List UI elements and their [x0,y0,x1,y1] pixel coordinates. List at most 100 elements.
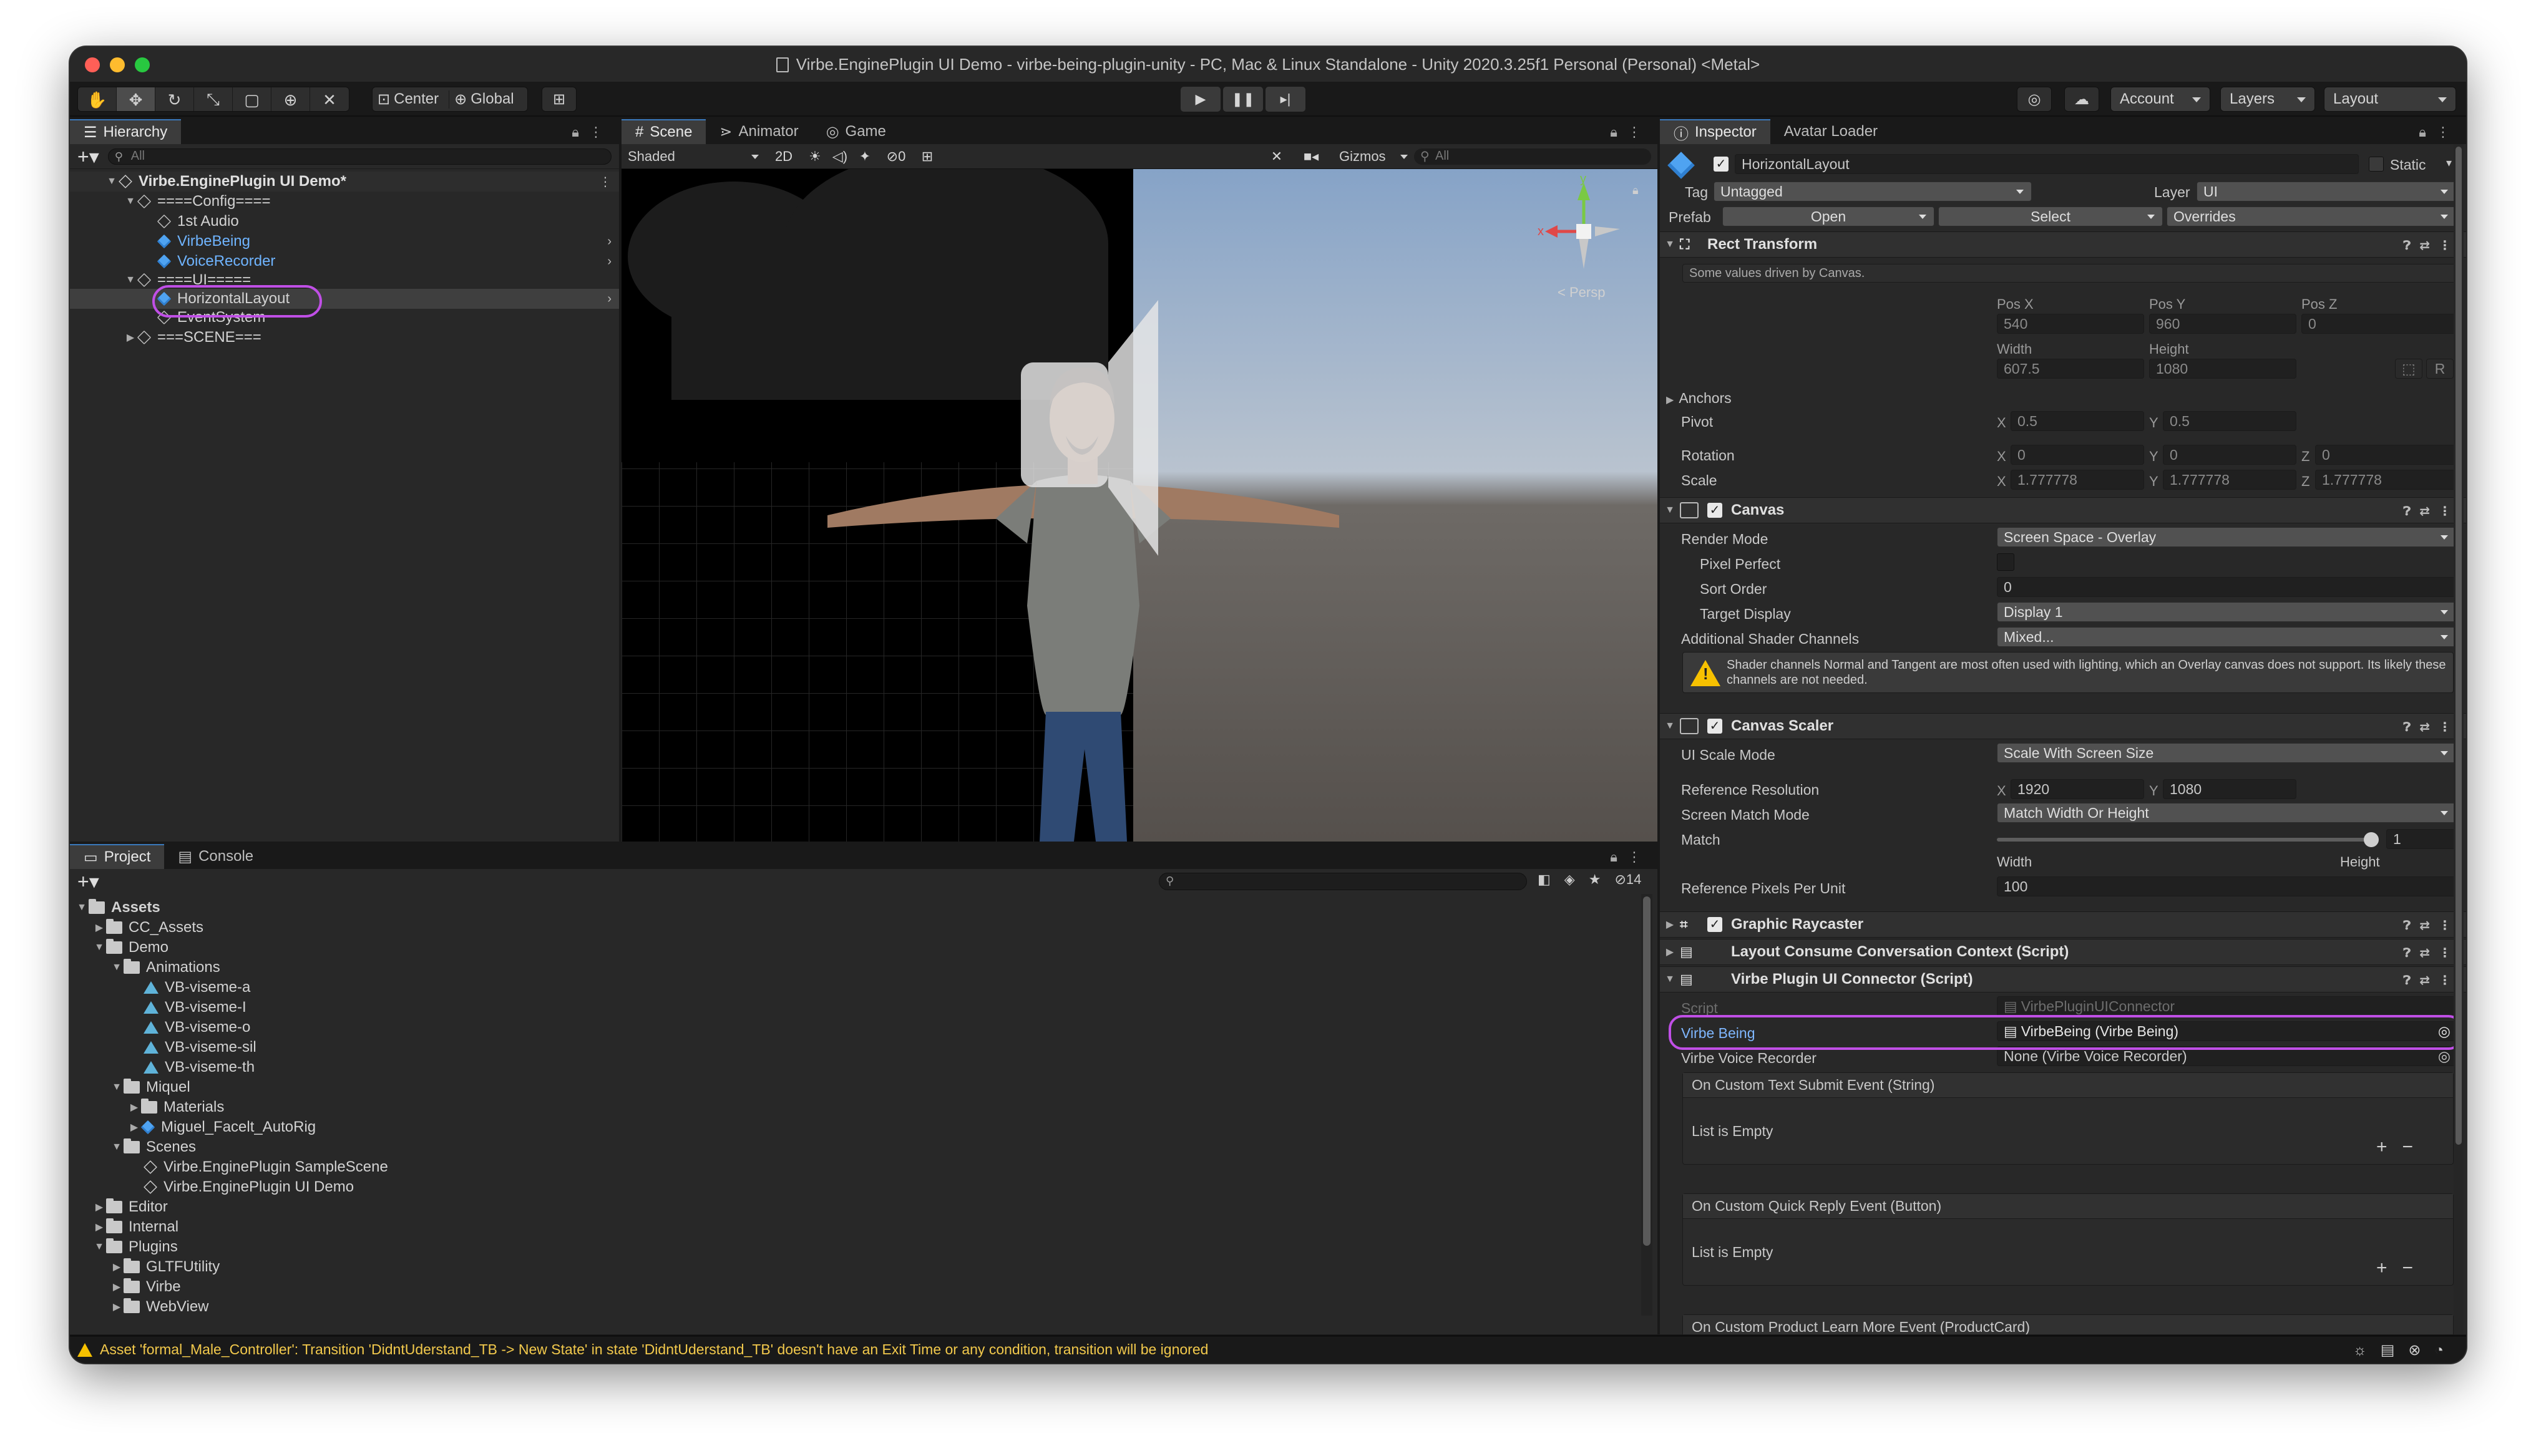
project-row[interactable]: ▶ Virbe [70,1277,1657,1297]
create-asset-button[interactable]: +▾ [77,870,99,893]
hidden-objects-toggle[interactable]: ⊘0 [877,148,915,165]
help-icon[interactable]: ❓︎ [2403,721,2419,734]
preset-icon[interactable]: ⇄ [2419,974,2439,988]
canvas-scaler-enabled-checkbox[interactable]: ✓ [1707,719,1722,734]
scale-y-field[interactable]: 1.777778 [2163,470,2296,490]
help-icon[interactable]: ❓︎ [2403,505,2419,518]
add-listener-button[interactable]: + [2376,1258,2402,1278]
scene-menu-icon[interactable]: ⋮ [599,174,612,190]
hierarchy-row[interactable]: VoiceRecorder › [70,251,619,271]
filter-label-icon[interactable]: ◈ [1564,871,1575,888]
fold-arrow-icon[interactable]: ▶ [1660,946,1680,958]
project-row[interactable]: ▶ Materials [70,1097,1657,1117]
project-row[interactable]: ▼ Assets [70,898,1657,918]
tab-scene[interactable]: # Scene [622,119,706,144]
canvas-scaler-header[interactable]: ▼ ✓ Canvas Scaler ❓︎⇄⋮ [1660,713,2466,739]
preset-icon[interactable]: ⇄ [2419,919,2439,933]
expand-arrow-icon[interactable]: ▼ [110,1142,124,1153]
ui-connector-header[interactable]: ▼ ▤ Virbe Plugin UI Connector (Script) ❓… [1660,966,2466,993]
match-slider-thumb[interactable] [2364,832,2379,847]
kebab-menu-icon[interactable]: ⋮ [1627,849,1651,865]
lighting-icon[interactable]: ☀ [802,148,827,165]
grid-icon[interactable]: ⊞ [915,148,940,165]
project-row[interactable]: VB-viseme-th [70,1057,1657,1077]
help-icon[interactable]: ❓︎ [2403,974,2419,988]
help-icon[interactable]: ❓︎ [2403,239,2419,253]
static-dropdown-icon[interactable]: ▾ [2446,157,2452,170]
raycaster-enabled-checkbox[interactable]: ✓ [1707,917,1722,932]
expand-arrow-icon[interactable]: ▼ [110,962,124,973]
width-field[interactable]: 607.5 [1997,359,2144,379]
perspective-label[interactable]: < Persp [1558,284,1605,300]
pos-x-field[interactable]: 540 [1997,314,2144,334]
gizmos-dropdown[interactable]: Gizmos [1333,147,1414,166]
project-row[interactable]: ▼ Plugins [70,1237,1657,1257]
expand-arrow-icon[interactable]: ▼ [110,1082,124,1093]
pivot-y-field[interactable]: 0.5 [2163,411,2296,431]
prefab-select-button[interactable]: Select [1938,206,2163,226]
scrollbar-thumb[interactable] [2456,147,2462,1145]
help-icon[interactable]: ❓︎ [2403,919,2419,933]
project-row[interactable]: ▶ GLTFUtility [70,1257,1657,1277]
tools-icon[interactable]: ✕ [1264,148,1289,165]
hierarchy-row[interactable]: 1st Audio [70,211,619,231]
cache-icon[interactable]: ▤ [2381,1342,2409,1359]
toggle-2d-button[interactable]: 2D [765,148,802,165]
pivot-center-button[interactable]: ⊡ Center [373,90,444,109]
create-button[interactable]: +▾ [77,145,99,168]
project-search-input[interactable]: ⚲ [1159,873,1527,890]
expand-arrow-icon[interactable]: ▶ [110,1261,124,1273]
pause-button[interactable]: ❚❚ [1223,87,1263,112]
preset-icon[interactable]: ⇄ [2419,505,2439,518]
rotate-tool-icon[interactable]: ↻ [155,87,194,111]
audio-icon[interactable]: ◁) [827,148,852,165]
ui-scale-mode-dropdown[interactable]: Scale With Screen Size [1997,743,2456,763]
remove-listener-button[interactable]: − [2402,1258,2428,1278]
hidden-packages-toggle[interactable]: ⊘14 [1614,871,1641,888]
project-row[interactable]: ▼ Scenes [70,1137,1657,1157]
project-row[interactable]: Virbe.EnginePlugin UI Demo [70,1177,1657,1197]
lock-icon[interactable]: 🔒︎ [572,124,589,140]
hierarchy-row[interactable]: ▶ ===SCENE=== [70,328,619,347]
expand-arrow-icon[interactable]: ▼ [92,942,106,953]
project-row[interactable]: ▶ WebView [70,1297,1657,1317]
object-name-input[interactable]: HorizontalLayout [1735,154,2359,174]
rot-x-field[interactable]: 0 [2011,445,2144,465]
camera-icon[interactable]: ■◂ [1289,148,1333,165]
expand-arrow-icon[interactable]: ▼ [105,176,119,187]
hierarchy-search-input[interactable]: ⚲ All [107,148,612,165]
filter-type-icon[interactable]: ◧ [1538,871,1551,888]
move-tool-icon[interactable]: ✥ [117,87,155,111]
shader-channels-dropdown[interactable]: Mixed... [1997,627,2456,647]
fold-arrow-icon[interactable]: ▶ [1660,918,1680,931]
progress-icon[interactable]: ◔ [2435,1342,2458,1359]
project-row[interactable]: VB-viseme-I [70,997,1657,1017]
expand-arrow-icon[interactable]: ▶ [127,1121,141,1133]
match-value-field[interactable]: 1 [2386,829,2456,849]
lighting-bake-icon[interactable]: ☼ [2353,1342,2381,1359]
anchors-row[interactable]: ▶ Anchors [1666,390,1732,407]
layout-consume-header[interactable]: ▶ ▤ Layout Consume Conversation Context … [1660,939,2466,965]
fold-arrow-icon[interactable]: ▼ [1660,505,1680,516]
expand-arrow-icon[interactable]: ▼ [124,196,137,207]
scene-search-input[interactable]: ⚲ All [1414,148,1651,165]
project-row[interactable]: Virbe.EnginePlugin SampleScene [70,1157,1657,1177]
project-scrollbar[interactable] [1641,894,1652,1316]
hierarchy-row[interactable]: VirbeBeing › [70,231,619,251]
fold-arrow-icon[interactable]: ▼ [1660,974,1680,985]
project-row[interactable]: ▼ Miquel [70,1077,1657,1097]
preset-icon[interactable]: ⇄ [2419,946,2439,960]
pivot-x-field[interactable]: 0.5 [2011,411,2144,431]
remove-listener-button[interactable]: − [2402,1137,2428,1157]
object-picker-icon[interactable]: ◎ [2438,1048,2451,1065]
active-checkbox[interactable]: ✓ [1714,157,1729,172]
prefab-open-button[interactable]: Open [1722,206,1934,226]
project-row[interactable]: ▶ Internal [70,1217,1657,1237]
tab-console[interactable]: ▤ Console [164,844,267,869]
project-row[interactable]: ▼ Demo [70,938,1657,958]
expand-arrow-icon[interactable]: ▶ [127,1101,141,1114]
height-field[interactable]: 1080 [2149,359,2296,379]
layout-dropdown[interactable]: Layout [2324,87,2456,112]
preset-icon[interactable]: ⇄ [2419,721,2439,734]
project-row[interactable]: VB-viseme-a [70,978,1657,997]
